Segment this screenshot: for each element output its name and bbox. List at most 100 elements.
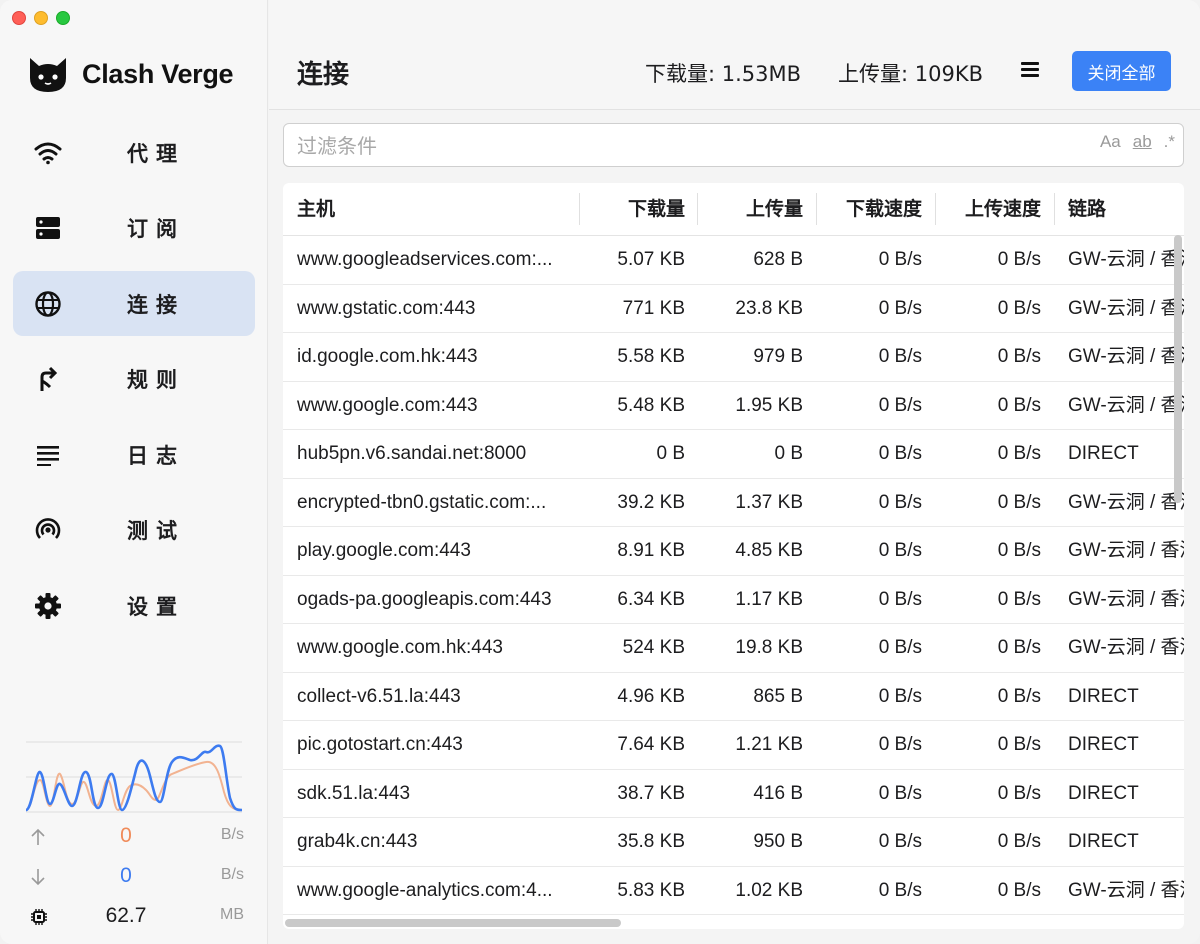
cell-upload-speed: 0 B/s [997,685,1041,707]
app-window: Clash Verge 代理 订阅 连接 规则 日志 测试 设置 0 B/s 0… [0,0,1200,944]
cell-upload: 1.02 KB [735,879,803,901]
close-window-button[interactable] [12,11,26,25]
column-header-upload-speed[interactable]: 上传速度 [939,183,1041,236]
column-divider[interactable] [935,193,936,225]
cell-download-speed: 0 B/s [878,491,922,513]
table-row[interactable]: collect-v6.51.la:443 4.96 KB 865 B 0 B/s 0 B… [283,673,1184,721]
download-stat: 0 B/s [26,862,244,902]
column-divider[interactable] [579,193,580,225]
cell-download: 35.8 KB [617,831,685,852]
table-row[interactable]: ogads-pa.googleapis.com:443 6.34 KB 1.17 K… [283,576,1184,624]
cell-chain: GW-云洞 / 香港 [1068,491,1184,513]
cell-download: 5.58 KB [617,346,685,367]
column-divider[interactable] [816,193,817,225]
table-row[interactable]: www.google-analytics.com:4... 5.83 KB 1.02… [283,867,1184,915]
sidebar-item-test[interactable]: 测试 [13,498,255,563]
column-divider[interactable] [697,193,698,225]
sidebar-item-subscription[interactable]: 订阅 [13,196,255,261]
table-row[interactable]: hub5pn.v6.sandai.net:8000 0 B 0 B 0 B/s 0 B/… [283,430,1184,479]
cell-upload: 23.8 KB [735,297,803,319]
zoom-window-button[interactable] [56,11,70,25]
cell-upload-speed: 0 B/s [997,249,1041,270]
cell-download: 4.96 KB [617,685,685,707]
cell-upload: 1.21 KB [735,734,803,755]
cell-upload-speed: 0 B/s [997,346,1041,367]
menu-icon[interactable] [1017,56,1043,82]
sidebar-item-proxy[interactable]: 代理 [13,120,255,185]
match-case-toggle[interactable]: Aa [1100,132,1121,152]
cell-host: id.google.com.hk:443 [297,346,478,367]
close-all-button[interactable]: 关闭全部 [1072,51,1171,91]
radar-icon [33,515,63,545]
cell-chain: DIRECT [1068,734,1139,755]
cell-chain: DIRECT [1068,831,1139,852]
table-row[interactable]: id.google.com.hk:443 5.58 KB 979 B 0 B/s 0 B… [283,333,1184,382]
main-content: 连接 下载量: 1.53MB 上传量: 109KB 关闭全部 Aa ab .* [269,0,1200,944]
minimize-window-button[interactable] [34,11,48,25]
vertical-scrollbar[interactable] [1174,235,1182,503]
sidebar-item-label: 测试 [127,519,185,543]
cell-download-speed: 0 B/s [878,297,922,319]
download-total: 下载量: 1.53MB [645,62,802,86]
cell-download: 5.07 KB [617,249,685,270]
cell-download: 5.83 KB [617,879,685,901]
cell-upload-speed: 0 B/s [997,297,1041,319]
cell-host: play.google.com:443 [297,540,471,561]
sidebar-item-label: 设置 [127,594,185,619]
table-row[interactable]: www.gstatic.com:443 771 KB 23.8 KB 0 B/s 0 B… [283,285,1184,333]
sidebar: Clash Verge 代理 订阅 连接 规则 日志 测试 设置 0 B/s 0… [0,0,268,944]
brand: Clash Verge [26,52,234,96]
column-header-download[interactable]: 下载量 [583,183,685,236]
cell-chain: GW-云洞 / 香港 [1068,588,1184,610]
cell-upload: 19.8 KB [735,637,803,658]
cell-upload: 1.17 KB [735,588,803,610]
cell-host: sdk.51.la:443 [297,782,411,804]
table-row[interactable]: www.google.com.hk:443 524 KB 19.8 KB 0 B/s 0… [283,624,1184,673]
sidebar-item-settings[interactable]: 设置 [13,573,255,638]
sidebar-item-label: 日志 [127,443,185,468]
match-word-toggle[interactable]: ab [1133,132,1152,152]
table-row[interactable]: grab4k.cn:443 35.8 KB 950 B 0 B/s 0 B/s DIREC… [283,818,1184,867]
cell-chain: GW-云洞 / 香港 [1068,297,1184,319]
cell-download-speed: 0 B/s [878,249,922,270]
regex-toggle[interactable]: .* [1164,132,1175,152]
horizontal-scrollbar[interactable] [285,919,621,927]
memory-value: 62.7 [105,904,147,927]
column-divider[interactable] [1054,193,1055,225]
download-series-line [26,744,242,812]
column-header-upload[interactable]: 上传量 [701,183,803,236]
cell-download-speed: 0 B/s [878,879,922,901]
cell-download: 8.91 KB [617,540,685,561]
table-row[interactable]: www.googleadservices.com:... 5.07 KB 628 B… [283,236,1184,285]
column-header-chain[interactable]: 链路 [1068,183,1106,236]
cell-chain: DIRECT [1068,782,1139,804]
page-title: 连接 [297,60,350,90]
cell-download-speed: 0 B/s [878,637,922,658]
page-header: 连接 下载量: 1.53MB 上传量: 109KB 关闭全部 [269,0,1200,110]
column-header-download-speed[interactable]: 下载速度 [820,183,922,236]
cell-download-speed: 0 B/s [878,394,922,416]
wifi-icon [33,138,63,168]
sidebar-item-connections[interactable]: 连接 [13,271,255,336]
table-row[interactable]: pic.gotostart.cn:443 7.64 KB 1.21 KB 0 B/s 0… [283,721,1184,770]
memory-chip-icon [30,908,48,926]
table-row[interactable]: sdk.51.la:443 38.7 KB 416 B 0 B/s 0 B/s DIREC… [283,770,1184,818]
cell-host: www.google.com.hk:443 [297,637,503,658]
cell-host: www.google.com:443 [297,394,478,416]
gear-icon [33,591,63,621]
column-header-host[interactable]: 主机 [297,183,335,236]
cell-upload-speed: 0 B/s [997,491,1041,513]
cell-upload-speed: 0 B/s [997,831,1041,852]
cell-upload: 4.85 KB [735,540,803,561]
sidebar-item-logs[interactable]: 日志 [13,422,255,487]
cell-upload-speed: 0 B/s [997,394,1041,416]
cell-download-speed: 0 B/s [878,443,922,464]
cell-download: 39.2 KB [617,491,685,513]
table-row[interactable]: www.google.com:443 5.48 KB 1.95 KB 0 B/s 0 B… [283,382,1184,430]
table-row[interactable]: play.google.com:443 8.91 KB 4.85 KB 0 B/s 0 … [283,527,1184,576]
table-row[interactable]: encrypted-tbn0.gstatic.com:... 39.2 KB 1.3… [283,479,1184,527]
filter-options: Aa ab .* [1100,132,1175,152]
cell-download-speed: 0 B/s [878,782,922,804]
filter-input[interactable] [297,132,1077,160]
sidebar-item-rules[interactable]: 规则 [13,347,255,412]
